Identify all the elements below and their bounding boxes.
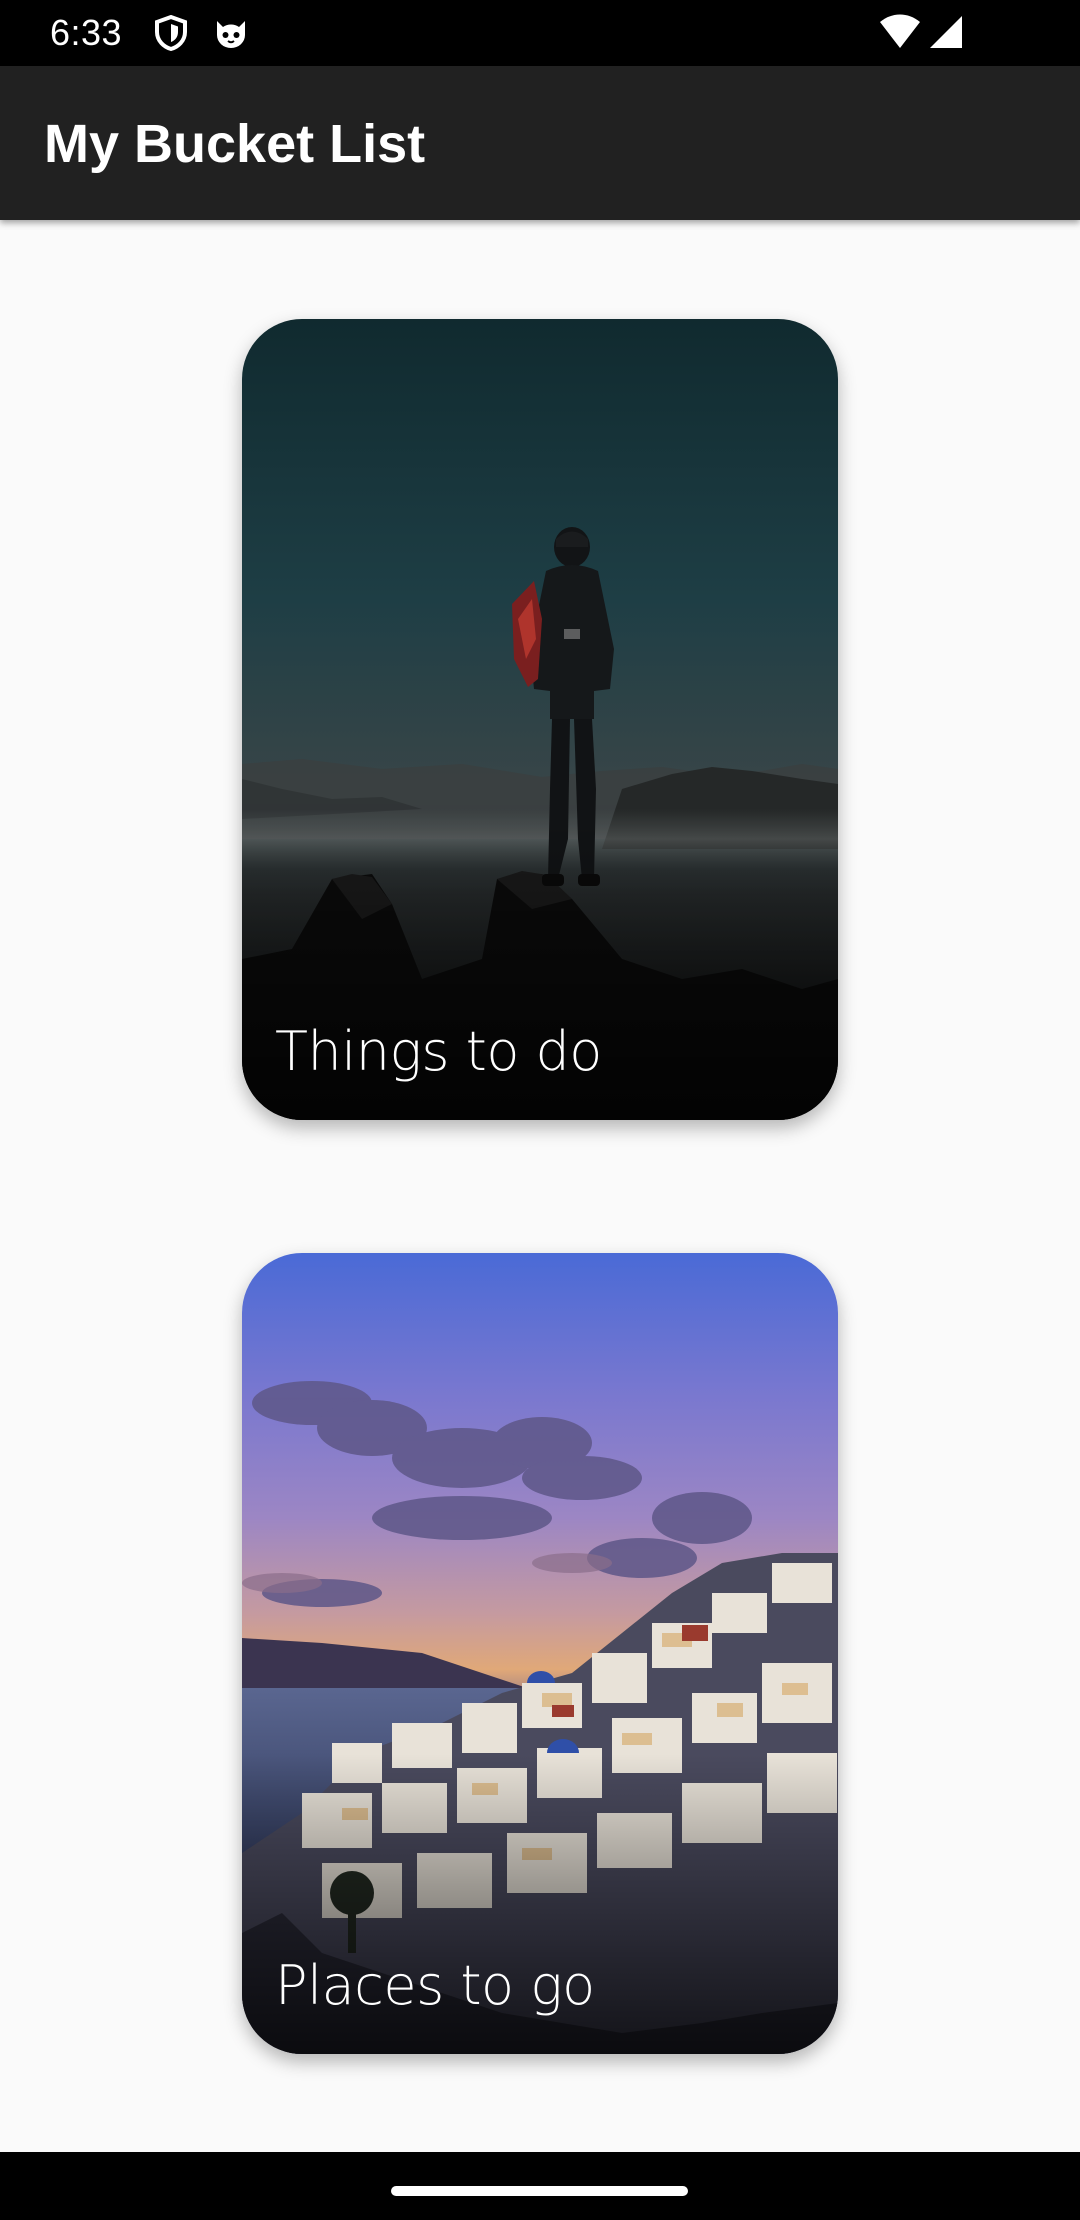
status-time: 6:33 <box>50 12 123 53</box>
status-bar: 6:33 <box>0 0 1080 66</box>
things-to-do-card[interactable]: Things to do <box>242 319 838 1120</box>
shield-icon <box>153 14 189 56</box>
cat-face-icon <box>213 15 249 56</box>
home-gesture-handle[interactable] <box>391 2186 688 2196</box>
card-label: Things to do <box>275 1020 602 1083</box>
app-bar: My Bucket List <box>0 66 1080 220</box>
wifi-icon <box>878 14 922 55</box>
card-label: Places to go <box>275 1954 595 2017</box>
app-title: My Bucket List <box>44 114 426 174</box>
cellular-signal-icon <box>928 14 964 55</box>
navigation-bar <box>0 2152 1080 2220</box>
places-to-go-card[interactable]: Places to go <box>242 1253 838 2054</box>
